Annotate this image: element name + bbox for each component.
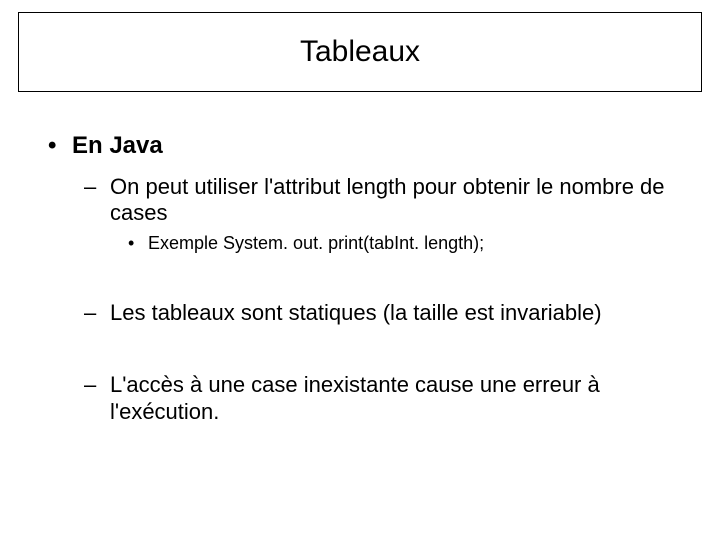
lvl2-text: L'accès à une case inexistante cause une… (110, 372, 670, 425)
bullet-icon: • (48, 132, 72, 160)
spacer (18, 326, 702, 358)
dash-icon: – (84, 174, 110, 227)
bullet-lvl2: – L'accès à une case inexistante cause u… (84, 372, 702, 425)
content-area: • En Java – On peut utiliser l'attribut … (18, 132, 702, 425)
dash-icon: – (84, 300, 110, 326)
lvl1-text: En Java (72, 132, 163, 160)
bullet-lvl1: • En Java (48, 132, 702, 160)
spacer (18, 254, 702, 286)
dash-icon: – (84, 372, 110, 425)
dot-icon: • (128, 233, 148, 254)
lvl2-text: Les tableaux sont statiques (la taille e… (110, 300, 602, 326)
bullet-lvl3: • Exemple System. out. print(tabInt. len… (128, 233, 702, 254)
bullet-lvl2: – On peut utiliser l'attribut length pou… (84, 174, 702, 227)
slide-title: Tableaux (300, 35, 420, 69)
bullet-lvl2: – Les tableaux sont statiques (la taille… (84, 300, 702, 326)
title-box: Tableaux (18, 12, 702, 92)
lvl2-text: On peut utiliser l'attribut length pour … (110, 174, 670, 227)
slide: Tableaux • En Java – On peut utiliser l'… (0, 0, 720, 540)
lvl3-text: Exemple System. out. print(tabInt. lengt… (148, 233, 484, 254)
